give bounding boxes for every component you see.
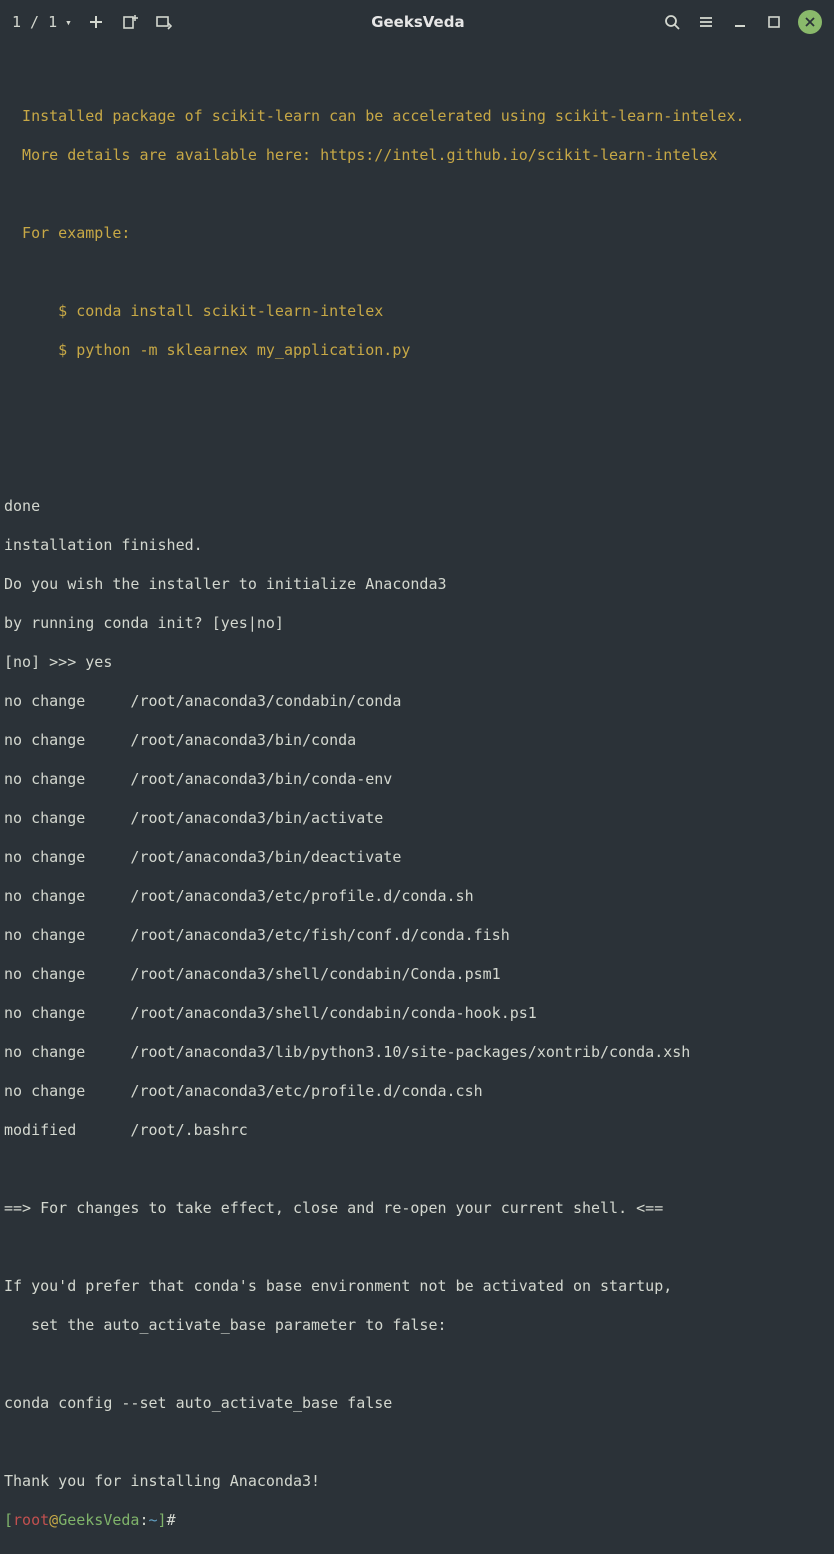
prompt-at: @ — [49, 1511, 58, 1529]
prompt-bracket-close: ] — [158, 1511, 167, 1529]
output-line: done — [4, 497, 830, 517]
output-line: by running conda init? [yes|no] — [4, 614, 830, 634]
search-button[interactable] — [662, 12, 682, 32]
output-line: no change /root/anaconda3/etc/profile.d/… — [4, 1082, 830, 1102]
titlebar-right — [662, 10, 822, 34]
prompt-host: GeeksVeda — [58, 1511, 139, 1529]
output-line: Do you wish the installer to initialize … — [4, 575, 830, 595]
output-line: $ conda install scikit-learn-intelex — [4, 302, 830, 322]
tab-counter[interactable]: 1 / 1 ▾ — [12, 13, 72, 31]
output-line: Thank you for installing Anaconda3! — [4, 1472, 830, 1492]
titlebar: 1 / 1 ▾ GeeksVeda — [0, 0, 834, 44]
output-line: conda config --set auto_activate_base fa… — [4, 1394, 830, 1414]
new-tab-button[interactable] — [86, 12, 106, 32]
output-line: modified /root/.bashrc — [4, 1121, 830, 1141]
output-line: no change /root/anaconda3/etc/fish/conf.… — [4, 926, 830, 946]
maximize-button[interactable] — [764, 12, 784, 32]
output-line: no change /root/anaconda3/bin/conda — [4, 731, 830, 751]
output-line: installation finished. — [4, 536, 830, 556]
new-window-button[interactable] — [120, 12, 140, 32]
window-title: GeeksVeda — [190, 13, 646, 31]
chevron-down-icon: ▾ — [65, 16, 72, 29]
titlebar-left: 1 / 1 ▾ — [12, 12, 174, 32]
output-line: If you'd prefer that conda's base enviro… — [4, 1277, 830, 1297]
output-line: no change /root/anaconda3/bin/activate — [4, 809, 830, 829]
close-button[interactable] — [798, 10, 822, 34]
tab-counter-text: 1 / 1 — [12, 13, 57, 31]
terminal-output[interactable]: Installed package of scikit-learn can be… — [0, 44, 834, 1554]
minimize-button[interactable] — [730, 12, 750, 32]
output-line: ==> For changes to take effect, close an… — [4, 1199, 830, 1219]
output-line: no change /root/anaconda3/shell/condabin… — [4, 1004, 830, 1024]
output-line: [no] >>> yes — [4, 653, 830, 673]
prompt-bracket-open: [ — [4, 1511, 13, 1529]
prompt-symbol: # — [167, 1511, 176, 1529]
output-line: no change /root/anaconda3/condabin/conda — [4, 692, 830, 712]
output-line: no change /root/anaconda3/bin/conda-env — [4, 770, 830, 790]
output-line: no change /root/anaconda3/etc/profile.d/… — [4, 887, 830, 907]
output-line: set the auto_activate_base parameter to … — [4, 1316, 830, 1336]
output-line: More details are available here: https:/… — [4, 146, 830, 166]
output-line: no change /root/anaconda3/lib/python3.10… — [4, 1043, 830, 1063]
output-line: $ python -m sklearnex my_application.py — [4, 341, 830, 361]
output-line: For example: — [4, 224, 830, 244]
prompt-user: root — [13, 1511, 49, 1529]
output-line: no change /root/anaconda3/shell/condabin… — [4, 965, 830, 985]
prompt[interactable]: [root@GeeksVeda:~]# — [4, 1511, 830, 1531]
prompt-sep: : — [139, 1511, 148, 1529]
output-line: no change /root/anaconda3/bin/deactivate — [4, 848, 830, 868]
output-line: Installed package of scikit-learn can be… — [4, 107, 830, 127]
prompt-cwd: ~ — [149, 1511, 158, 1529]
menu-overflow-button[interactable] — [154, 12, 174, 32]
hamburger-menu-button[interactable] — [696, 12, 716, 32]
